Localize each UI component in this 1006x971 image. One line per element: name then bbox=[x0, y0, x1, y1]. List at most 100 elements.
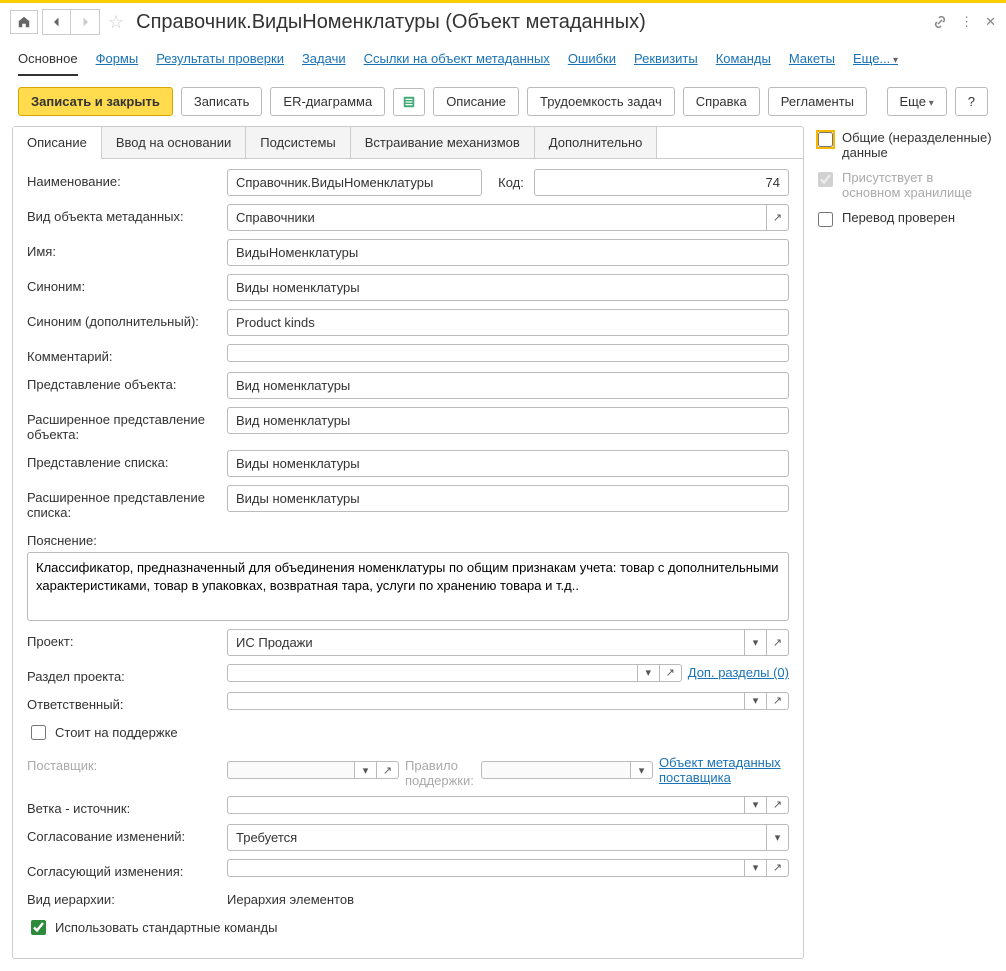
label-code: Код: bbox=[488, 170, 528, 195]
label-list-repr-ext: Расширенное представление списка: bbox=[27, 485, 217, 520]
difficulty-button[interactable]: Трудоемкость задач bbox=[527, 87, 675, 116]
toolbar: Записать и закрыть Записать ER-диаграмма… bbox=[0, 77, 1006, 126]
inner-tab-mechanisms[interactable]: Встраивание механизмов bbox=[351, 127, 535, 158]
tab-commands[interactable]: Команды bbox=[716, 51, 771, 76]
help-button[interactable]: Справка bbox=[683, 87, 760, 116]
open-icon[interactable]: ↗ bbox=[767, 692, 789, 710]
inner-tabs: Описание Ввод на основании Подсистемы Вс… bbox=[13, 127, 803, 159]
input-synonym[interactable]: Виды номенклатуры bbox=[227, 274, 789, 301]
input-code[interactable]: 74 bbox=[534, 169, 789, 196]
checkbox-translation-checked[interactable] bbox=[818, 212, 833, 227]
forward-button[interactable] bbox=[71, 10, 99, 34]
open-icon[interactable]: ↗ bbox=[767, 629, 789, 656]
label-use-std-commands: Использовать стандартные команды bbox=[55, 920, 277, 935]
value-hierarchy-kind: Иерархия элементов bbox=[227, 887, 354, 907]
kebab-icon[interactable]: ⋮ bbox=[960, 14, 973, 30]
chevron-down-icon[interactable]: ▾ bbox=[745, 796, 767, 814]
regulations-button[interactable]: Регламенты bbox=[768, 87, 867, 116]
label-comment: Комментарий: bbox=[27, 344, 217, 364]
tab-check-results[interactable]: Результаты проверки bbox=[156, 51, 284, 76]
titlebar: ☆ Справочник.ВидыНоменклатуры (Объект ме… bbox=[0, 3, 1006, 41]
label-synonym: Синоним: bbox=[27, 274, 217, 294]
home-icon bbox=[17, 15, 31, 29]
save-close-button[interactable]: Записать и закрыть bbox=[18, 87, 173, 116]
tab-meta-links[interactable]: Ссылки на объект метаданных bbox=[364, 51, 550, 76]
label-change-approver: Согласующий изменения: bbox=[27, 859, 217, 879]
input-name-full[interactable]: Справочник.ВидыНоменклатуры bbox=[227, 169, 482, 196]
input-project-section[interactable] bbox=[227, 664, 638, 682]
label-translation-checked: Перевод проверен bbox=[842, 210, 955, 225]
form-panel: Описание Ввод на основании Подсистемы Вс… bbox=[12, 126, 804, 959]
link-supplier-meta[interactable]: Объект метаданных поставщика bbox=[659, 755, 789, 785]
input-comment[interactable] bbox=[227, 344, 789, 362]
nav-tabs: Основное Формы Результаты проверки Задач… bbox=[0, 41, 1006, 77]
input-explanation[interactable] bbox=[27, 552, 789, 621]
input-change-approver[interactable] bbox=[227, 859, 745, 877]
input-change-approval[interactable]: Требуется bbox=[227, 824, 767, 851]
open-icon[interactable]: ↗ bbox=[767, 859, 789, 877]
chevron-down-icon[interactable]: ▾ bbox=[745, 859, 767, 877]
tab-tasks[interactable]: Задачи bbox=[302, 51, 346, 76]
inner-tab-input-based[interactable]: Ввод на основании bbox=[102, 127, 246, 158]
save-button[interactable]: Записать bbox=[181, 87, 263, 116]
open-icon[interactable]: ↗ bbox=[660, 664, 682, 682]
chevron-down-icon[interactable]: ▾ bbox=[745, 629, 767, 656]
arrow-right-icon bbox=[79, 16, 91, 28]
link-icon[interactable] bbox=[932, 14, 948, 30]
more-button[interactable]: Еще bbox=[887, 87, 947, 116]
checkbox-in-main-storage bbox=[818, 172, 833, 187]
input-obj-repr[interactable]: Вид номенклатуры bbox=[227, 372, 789, 399]
chevron-down-icon[interactable]: ▾ bbox=[767, 824, 789, 851]
question-button[interactable]: ? bbox=[955, 87, 988, 116]
list-icon bbox=[402, 95, 416, 109]
label-list-repr: Представление списка: bbox=[27, 450, 217, 470]
input-branch-source[interactable] bbox=[227, 796, 745, 814]
input-project[interactable]: ИС Продажи bbox=[227, 629, 745, 656]
close-icon[interactable]: ✕ bbox=[985, 14, 996, 30]
inner-tab-subsystems[interactable]: Подсистемы bbox=[246, 127, 350, 158]
inner-tab-description[interactable]: Описание bbox=[13, 127, 102, 159]
er-diagram-button[interactable]: ER-диаграмма bbox=[270, 87, 385, 116]
tab-main[interactable]: Основное bbox=[18, 51, 78, 76]
checkbox-shared-data[interactable] bbox=[818, 132, 833, 147]
label-on-support: Стоит на поддержке bbox=[55, 725, 178, 740]
inner-tab-additional[interactable]: Дополнительно bbox=[535, 127, 658, 158]
link-add-sections[interactable]: Доп. разделы (0) bbox=[688, 665, 789, 680]
input-name[interactable]: ВидыНоменклатуры bbox=[227, 239, 789, 266]
tab-more[interactable]: Еще... bbox=[853, 51, 898, 76]
label-shared-data: Общие (неразделенные) данные bbox=[842, 130, 994, 160]
page-title: Справочник.ВидыНоменклатуры (Объект мета… bbox=[136, 11, 928, 34]
home-button[interactable] bbox=[10, 10, 38, 34]
back-button[interactable] bbox=[43, 10, 71, 34]
checkbox-on-support[interactable] bbox=[31, 725, 46, 740]
chevron-down-icon[interactable]: ▾ bbox=[638, 664, 660, 682]
open-icon[interactable]: ↗ bbox=[767, 796, 789, 814]
chevron-down-icon[interactable]: ▾ bbox=[745, 692, 767, 710]
tab-forms[interactable]: Формы bbox=[96, 51, 139, 76]
input-support-rule bbox=[481, 761, 631, 779]
tab-layouts[interactable]: Макеты bbox=[789, 51, 835, 76]
label-project-section: Раздел проекта: bbox=[27, 664, 217, 684]
label-explanation: Пояснение: bbox=[27, 528, 789, 548]
tab-requisites[interactable]: Реквизиты bbox=[634, 51, 698, 76]
list-icon-button[interactable] bbox=[393, 88, 425, 116]
open-icon: ↗ bbox=[377, 761, 399, 779]
checkbox-use-std-commands[interactable] bbox=[31, 920, 46, 935]
description-button[interactable]: Описание bbox=[433, 87, 519, 116]
input-list-repr-ext[interactable]: Виды номенклатуры bbox=[227, 485, 789, 512]
label-meta-kind: Вид объекта метаданных: bbox=[27, 204, 217, 224]
input-synonym-add[interactable]: Product kinds bbox=[227, 309, 789, 336]
label-hierarchy-kind: Вид иерархии: bbox=[27, 887, 217, 907]
input-obj-repr-ext[interactable]: Вид номенклатуры bbox=[227, 407, 789, 434]
label-obj-repr: Представление объекта: bbox=[27, 372, 217, 392]
input-meta-kind[interactable]: Справочники bbox=[227, 204, 767, 231]
label-obj-repr-ext: Расширенное представление объекта: bbox=[27, 407, 217, 442]
label-change-approval: Согласование изменений: bbox=[27, 824, 217, 844]
open-icon[interactable]: ↗ bbox=[767, 204, 789, 231]
label-supplier: Поставщик: bbox=[27, 753, 217, 773]
favorite-icon[interactable]: ☆ bbox=[104, 12, 128, 33]
input-list-repr[interactable]: Виды номенклатуры bbox=[227, 450, 789, 477]
sidebar: Общие (неразделенные) данные Присутствуе… bbox=[814, 126, 994, 959]
input-responsible[interactable] bbox=[227, 692, 745, 710]
tab-errors[interactable]: Ошибки bbox=[568, 51, 616, 76]
